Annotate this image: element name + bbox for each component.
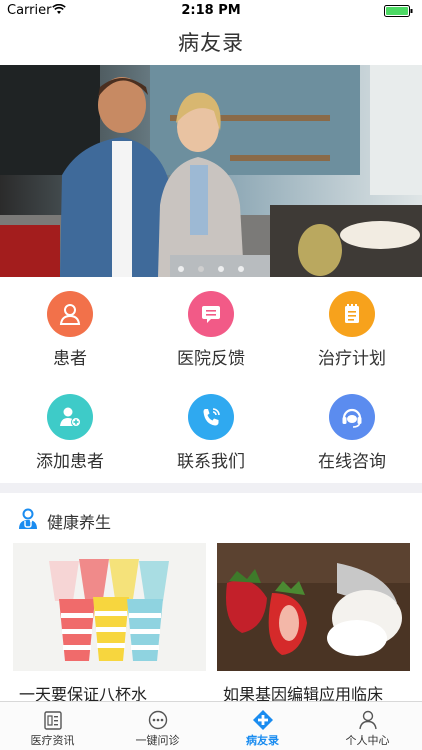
tab-label: 一键问诊 <box>135 734 180 747</box>
chat-icon <box>148 710 167 730</box>
grid-item-contact-us[interactable]: 联系我们 <box>141 380 281 480</box>
grid-label: 添加患者 <box>36 452 104 472</box>
health-section-header: 健康养生 <box>0 493 422 543</box>
battery-icon <box>384 5 413 17</box>
status-time: 2:18 PM <box>181 3 241 18</box>
banner-image <box>0 65 422 277</box>
feedback-icon <box>188 291 234 337</box>
article-title: 一天要保证八杯水 <box>19 685 148 703</box>
carousel-dot[interactable] <box>218 266 224 272</box>
tab-label: 病友录 <box>246 734 279 747</box>
doctor-icon <box>19 508 37 529</box>
grid-item-add-patient[interactable]: 添加患者 <box>0 380 140 480</box>
tab-medical-news[interactable]: 医疗资讯 <box>0 702 105 750</box>
grid-label: 在线咨询 <box>318 452 386 472</box>
carousel-dot[interactable] <box>178 266 184 272</box>
article-thumbnail-strawberries <box>217 543 410 671</box>
grid-label: 患者 <box>53 349 87 369</box>
article-title: 如果基因编辑应用临床 <box>223 685 384 703</box>
phone-icon <box>188 394 234 440</box>
banner-carousel[interactable] <box>0 65 422 277</box>
grid-label: 医院反馈 <box>177 349 245 369</box>
article-thumbnail-cups <box>13 543 206 671</box>
news-icon <box>43 711 62 730</box>
add-patient-icon <box>47 394 93 440</box>
carousel-dot-active[interactable] <box>198 266 204 272</box>
grid-label: 治疗计划 <box>318 349 386 369</box>
tab-personal-center[interactable]: 个人中心 <box>315 702 420 750</box>
patient-icon <box>47 291 93 337</box>
tab-label: 医疗资讯 <box>30 734 75 747</box>
person-icon <box>358 710 377 730</box>
article-card[interactable]: 如果基因编辑应用临床 <box>217 543 410 703</box>
section-title: 健康养生 <box>47 513 112 532</box>
tab-label: 个人中心 <box>345 734 390 747</box>
carousel-dot[interactable] <box>238 266 244 272</box>
headset-icon <box>329 394 375 440</box>
article-card[interactable]: 一天要保证八杯水 <box>13 543 206 703</box>
tab-one-click-consult[interactable]: 一键问诊 <box>105 702 210 750</box>
carousel-indicator <box>0 257 422 276</box>
nav-bar: 病友录 <box>0 22 422 65</box>
function-grid: 患者 医院反馈 治疗计划 添加患者 联系我们 在线咨询 <box>0 277 422 483</box>
tab-bar: 医疗资讯 一键问诊 病友录 个人中心 <box>0 701 422 750</box>
tab-patient-record[interactable]: 病友录 <box>210 702 315 750</box>
grid-item-hospital-feedback[interactable]: 医院反馈 <box>141 277 281 377</box>
grid-item-online-consultation[interactable]: 在线咨询 <box>282 380 422 480</box>
status-bar: Carrier 2:18 PM <box>0 0 422 22</box>
grid-item-treatment-plan[interactable]: 治疗计划 <box>282 277 422 377</box>
grid-label: 联系我们 <box>177 452 245 472</box>
page-title: 病友录 <box>178 31 244 55</box>
plan-icon <box>329 291 375 337</box>
section-divider <box>0 483 422 493</box>
grid-item-patients[interactable]: 患者 <box>0 277 140 377</box>
plus-diamond-icon <box>252 710 273 730</box>
